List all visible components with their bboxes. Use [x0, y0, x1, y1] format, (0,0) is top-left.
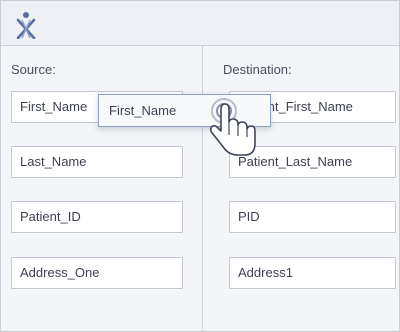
- source-field-address-one[interactable]: Address_One: [11, 257, 183, 289]
- mapping-panel: Source: Destination: First_Name Last_Nam…: [0, 0, 400, 332]
- source-field-patient-id[interactable]: Patient_ID: [11, 201, 183, 233]
- source-title: Source:: [11, 62, 56, 77]
- source-field-last-name[interactable]: Last_Name: [11, 146, 183, 178]
- logo-icon: [16, 12, 36, 39]
- column-divider: [202, 46, 203, 331]
- destination-field-address1[interactable]: Address1: [229, 257, 396, 289]
- hand-pointer-icon: [209, 98, 256, 156]
- destination-field-pid[interactable]: PID: [229, 201, 396, 233]
- header-bar: [1, 1, 399, 46]
- destination-title: Destination:: [223, 62, 292, 77]
